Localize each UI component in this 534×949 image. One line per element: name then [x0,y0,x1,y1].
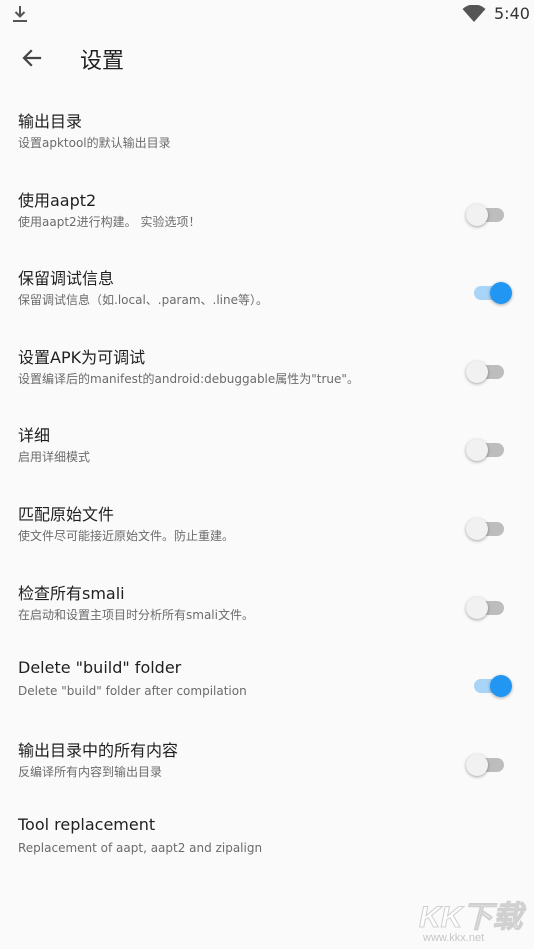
setting-match-original[interactable]: 匹配原始文件 使文件尽可能接近原始文件。防止重建。 [0,485,534,564]
setting-title: 输出目录 [18,112,83,131]
setting-all-output[interactable]: 输出目录中的所有内容 反编译所有内容到输出目录 [0,721,534,800]
setting-title: 详细 [18,426,51,446]
check-all-smali-switch[interactable] [466,594,506,619]
delete-build-folder-switch[interactable] [466,672,512,698]
setting-summary: Replacement of aapt, aapt2 and zipalign [18,841,263,856]
setting-summary: Delete "build" folder after compilation [18,684,247,699]
setting-delete-build-folder[interactable]: Delete "build" folder Delete "build" fol… [0,642,534,721]
download-icon [13,6,27,22]
setting-title: 使用aapt2 [18,190,97,210]
setting-title: 保留调试信息 [18,269,115,289]
setting-summary: 使用aapt2进行构建。 实验选项！ [18,214,201,229]
setting-title: Tool replacement [18,815,156,835]
arrow-back-icon[interactable] [18,44,46,72]
setting-summary: 启用详细模式 [18,450,91,465]
setting-summary: 保留调试信息（如.local、.param、.line等）。 [18,293,269,308]
status-bar: 5:40 [0,0,534,30]
setting-title: 匹配原始文件 [18,504,115,524]
setting-title: 设置APK为可调试 [18,347,146,367]
setting-verbose[interactable]: 详细 启用详细模式 [0,406,534,485]
wifi-icon [462,5,486,22]
setting-use-aapt2[interactable]: 使用aapt2 使用aapt2进行构建。 实验选项！ [0,171,534,250]
setting-output-dir[interactable]: 输出目录 设置apktool的默认输出目录 [0,92,534,171]
watermark-url: www.kkx.net [422,932,484,944]
all-output-switch[interactable] [466,751,506,776]
use-aapt2-switch[interactable] [466,201,506,226]
watermark-logo: KK下载 www.kkx.net [419,901,527,945]
setting-check-all-smali[interactable]: 检查所有smali 在启动和设置主项目时分析所有smali文件。 [0,564,534,643]
setting-summary: 反编译所有内容到输出目录 [18,764,163,779]
setting-title: 检查所有smali [18,583,125,603]
match-original-switch[interactable] [466,515,506,540]
watermark-text: KK下载 [419,901,526,934]
keep-debug-info-switch[interactable] [466,279,512,305]
setting-tool-replacement[interactable]: Tool replacement Replacement of aapt, aa… [0,799,534,878]
setting-summary: 使文件尽可能接近原始文件。防止重建。 [18,528,235,543]
page-title: 设置 [80,49,125,74]
setting-summary: 设置apktool的默认输出目录 [18,136,171,150]
setting-title: 输出目录中的所有内容 [18,740,179,760]
debuggable-switch[interactable] [466,358,506,383]
setting-title: Delete "build" folder [18,658,182,678]
status-time: 5:40 [494,4,530,23]
verbose-switch[interactable] [466,436,506,462]
settings-list: 输出目录 设置apktool的默认输出目录 使用aapt2 使用aapt2进行构… [0,92,534,878]
setting-summary: 设置编译后的manifest的android:debuggable属性为"tru… [18,371,359,386]
setting-summary: 在启动和设置主项目时分析所有smali文件。 [18,607,254,622]
setting-debuggable[interactable]: 设置APK为可调试 设置编译后的manifest的android:debugga… [0,328,534,407]
app-bar: 设置 [0,30,534,88]
setting-keep-debug-info[interactable]: 保留调试信息 保留调试信息（如.local、.param、.line等）。 [0,249,534,328]
